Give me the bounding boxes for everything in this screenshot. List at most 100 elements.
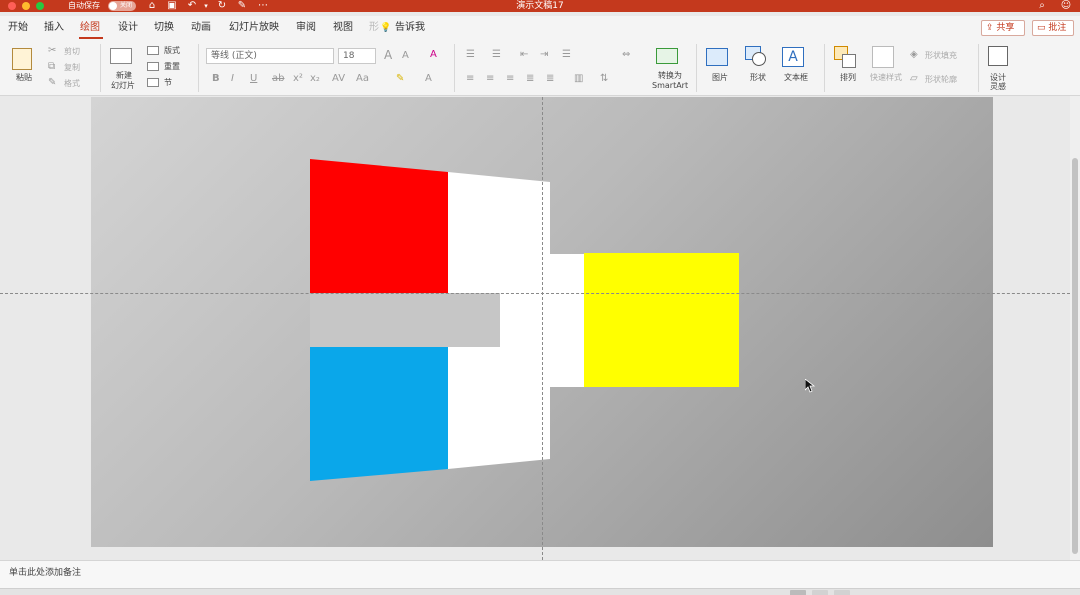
light-gray-bar-shape[interactable]: [310, 293, 500, 347]
notes-placeholder[interactable]: 单击此处添加备注: [9, 567, 81, 579]
line-spacing-icon[interactable]: ☰: [562, 49, 571, 61]
increase-font-icon[interactable]: A: [384, 49, 392, 61]
underline-icon[interactable]: U: [250, 73, 257, 85]
convert-smartart-label-2[interactable]: SmartArt: [652, 81, 688, 91]
home-icon[interactable]: ⌂: [146, 0, 158, 12]
section-button[interactable]: 节: [164, 78, 172, 88]
quick-styles-button[interactable]: 快速样式: [870, 73, 902, 83]
italic-icon[interactable]: I: [231, 73, 234, 85]
superscript-icon[interactable]: x²: [293, 73, 303, 85]
tab-animations[interactable]: 动画: [191, 21, 211, 35]
cut-button[interactable]: 剪切: [64, 47, 80, 57]
smartart-icon[interactable]: [656, 48, 678, 64]
picture-button[interactable]: 图片: [712, 73, 728, 83]
tab-slideshow[interactable]: 幻灯片放映: [229, 21, 279, 35]
share-button[interactable]: ⇪ 共享: [981, 20, 1025, 36]
arrange-button[interactable]: 排列: [840, 73, 856, 83]
format-painter-icon[interactable]: ✎: [48, 77, 56, 89]
shape-outline-icon[interactable]: ▱: [910, 73, 918, 85]
horizontal-guide[interactable]: [0, 293, 1070, 294]
new-slide-label-2[interactable]: 幻灯片: [111, 81, 135, 91]
vertical-scrollbar[interactable]: [1070, 96, 1080, 560]
tab-home[interactable]: 开始: [8, 21, 28, 35]
font-name-select[interactable]: 等线 (正文): [206, 48, 334, 64]
tab-tell-me[interactable]: 告诉我: [395, 21, 425, 35]
vertical-guide[interactable]: [542, 97, 543, 560]
align-center-icon[interactable]: ≡: [486, 73, 494, 85]
strikethrough-icon[interactable]: ab: [272, 73, 284, 85]
textbox-icon[interactable]: A: [782, 47, 804, 67]
account-icon[interactable]: ☺: [1060, 0, 1072, 12]
bold-icon[interactable]: B: [212, 73, 220, 85]
paste-icon[interactable]: [12, 48, 32, 70]
shape-fill-button[interactable]: 形状填充: [925, 51, 957, 61]
layout-icon[interactable]: [147, 46, 159, 55]
scrollbar-thumb[interactable]: [1072, 158, 1078, 554]
highlight-icon[interactable]: ✎: [396, 73, 404, 85]
new-slide-label-1[interactable]: 新建: [116, 71, 132, 81]
distribute-icon[interactable]: ≣: [546, 73, 554, 85]
convert-smartart-label-1[interactable]: 转换为: [658, 71, 682, 81]
reading-view-button[interactable]: [834, 590, 850, 595]
quick-styles-icon[interactable]: [872, 46, 894, 68]
new-slide-icon[interactable]: [110, 48, 132, 64]
tab-insert[interactable]: 插入: [44, 21, 64, 35]
font-color-icon[interactable]: A: [425, 73, 432, 85]
picture-icon[interactable]: [706, 48, 728, 66]
format-painter-button[interactable]: 格式: [64, 79, 80, 89]
yellow-shape[interactable]: [584, 253, 739, 387]
tab-transitions[interactable]: 切换: [154, 21, 174, 35]
undo-dropdown-icon[interactable]: ▾: [200, 0, 212, 12]
edit-icon[interactable]: ✎: [236, 0, 248, 12]
shape-button[interactable]: 形状: [750, 73, 766, 83]
justify-icon[interactable]: ≣: [526, 73, 534, 85]
align-right-icon[interactable]: ≡: [506, 73, 514, 85]
columns-icon[interactable]: ▥: [574, 73, 583, 85]
cut-icon[interactable]: ✂: [48, 45, 56, 57]
designer-label-2[interactable]: 灵感: [990, 82, 1006, 92]
change-case-icon[interactable]: Aa: [356, 73, 369, 85]
bullets-icon[interactable]: ☰: [466, 49, 475, 61]
blue-shape[interactable]: [310, 347, 448, 481]
notes-pane[interactable]: 单击此处添加备注: [0, 560, 1080, 588]
numbering-icon[interactable]: ☰: [492, 49, 501, 61]
align-left-icon[interactable]: ≡: [466, 73, 474, 85]
section-icon[interactable]: [147, 78, 159, 87]
sorter-view-button[interactable]: [812, 590, 828, 595]
designer-icon[interactable]: [988, 46, 1008, 66]
search-icon[interactable]: ⌕: [1036, 0, 1048, 12]
close-window-button[interactable]: [8, 2, 16, 10]
shape-fill-icon[interactable]: ◈: [910, 49, 918, 61]
clear-format-icon[interactable]: A: [430, 49, 437, 61]
paste-button[interactable]: 粘贴: [16, 73, 32, 83]
increase-indent-icon[interactable]: ⇥: [540, 49, 548, 61]
subscript-icon[interactable]: x₂: [310, 73, 320, 85]
comment-button[interactable]: ▭ 批注: [1032, 20, 1074, 36]
char-spacing-icon[interactable]: AV: [332, 73, 345, 85]
more-icon[interactable]: ⋯: [257, 0, 269, 12]
textbox-button[interactable]: 文本框: [784, 73, 808, 83]
font-size-select[interactable]: 18: [338, 48, 376, 64]
text-direction-icon[interactable]: ⇅: [600, 73, 608, 85]
tab-draw[interactable]: 绘图: [80, 21, 100, 35]
decrease-font-icon[interactable]: A: [402, 50, 409, 62]
copy-icon[interactable]: ⧉: [48, 61, 55, 73]
undo-icon[interactable]: ↶: [186, 0, 198, 12]
minimize-window-button[interactable]: [22, 2, 30, 10]
reset-icon[interactable]: [147, 62, 159, 71]
tab-shape-format-partial[interactable]: 形: [369, 21, 379, 35]
align-text-icon[interactable]: ⇔: [622, 49, 630, 61]
shape-outline-button[interactable]: 形状轮廓: [925, 75, 957, 85]
tab-view[interactable]: 视图: [333, 21, 353, 35]
redo-icon[interactable]: ↻: [216, 0, 228, 12]
save-icon[interactable]: ▣: [166, 0, 178, 12]
copy-button[interactable]: 复制: [64, 63, 80, 73]
reset-button[interactable]: 重置: [164, 62, 180, 72]
layout-button[interactable]: 版式: [164, 46, 180, 56]
normal-view-button[interactable]: [790, 590, 806, 595]
red-shape[interactable]: [310, 159, 448, 293]
autosave-toggle[interactable]: 关闭: [108, 1, 136, 11]
zoom-window-button[interactable]: [36, 2, 44, 10]
tab-review[interactable]: 审阅: [296, 21, 316, 35]
tab-design[interactable]: 设计: [118, 21, 138, 35]
